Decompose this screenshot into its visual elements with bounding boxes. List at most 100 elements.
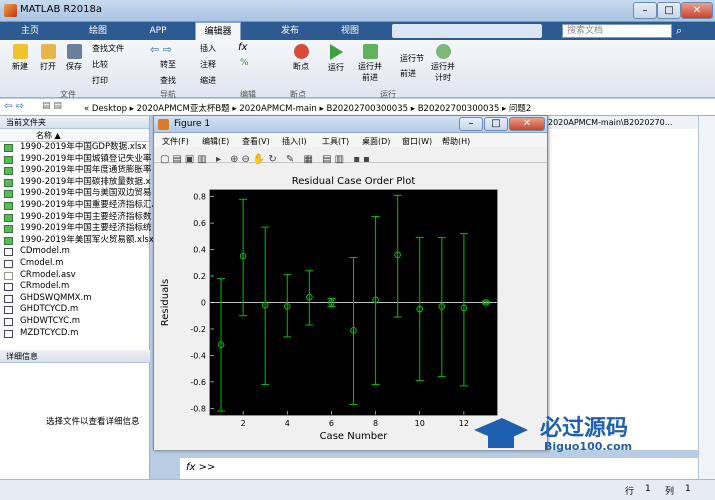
comment-button[interactable]: 注释 [200,59,216,70]
file-name: 1990-2019年美国军火贸易额.xlsx [20,234,154,245]
figure-menu-item[interactable]: 帮助(H) [442,136,470,147]
app-title: MATLAB R2018a [20,4,103,15]
minimize-button[interactable]: – [633,2,657,19]
file-item[interactable]: 1990-2019年中国主要经济指标统 [0,223,152,235]
file-item[interactable]: GHDWTCYC.m [0,316,149,328]
file-item[interactable]: CRmodel.asv [0,270,149,282]
insert-button[interactable]: 插入 [200,43,216,54]
back-forward-icon[interactable]: ⇦ ⇨ [4,101,24,112]
run-and-time-button[interactable]: 运行并 计时 [428,44,458,83]
nav-arrows-icon[interactable]: ⇦ ⇨ [150,43,172,56]
file-name: 1990-2019年中国主要经济指标统 [20,223,152,234]
details-hint: 选择文件以查看详细信息 [46,417,140,427]
address-bar[interactable]: ⇦ ⇨ ▤ ▤ « Desktop ▸ 2020APMCM亚太杯B题 ▸ 202… [0,99,715,116]
tab-apps[interactable]: APP [138,22,178,40]
y-tick-label: -0.8 [190,404,206,413]
save-button[interactable]: 保存 [62,44,86,72]
tab-home[interactable]: 主页 [10,22,50,40]
row-value: 1 [645,484,651,494]
y-tick-label: 0.6 [193,219,206,228]
figure-toolbar: ▢▤▣▥ ▸ ⊕⊖✋↻ ✎ ▦ ▤▥ ▪▪ [154,147,547,165]
file-item[interactable]: 1990-2019年中国城镇登记失业率 [0,153,152,166]
figure-menu-item[interactable]: 编辑(E) [202,136,229,147]
run-section-button[interactable]: 运行节 [400,53,424,64]
close-button[interactable]: ✕ [681,2,713,19]
new-button[interactable]: 新建 [8,44,32,72]
m-file-icon [4,306,13,315]
open-button[interactable]: 打开 [36,44,60,72]
file-name: 1990-2019年中国城镇登记失业率 [20,153,152,164]
percent-icon[interactable]: % [240,58,249,68]
compare-button[interactable]: 比较 [92,59,108,70]
save-icon [66,44,82,59]
file-item[interactable]: 1990-2019年中国碳排放量数据.x [0,177,151,189]
file-item[interactable]: Cmodel.m [0,258,149,270]
indent-button[interactable]: 缩进 [200,75,216,86]
title-bar [0,0,715,22]
breakpoints-button[interactable]: 断点 [286,44,316,72]
x-tick-label: 8 [373,419,378,428]
figure-close-button[interactable]: ✕ [509,117,545,131]
excel-file-icon [4,144,13,152]
tab-publish[interactable]: 发布 [270,22,310,40]
figure-title: Figure 1 [174,119,211,129]
figure-menu-item[interactable]: 工具(T) [322,136,349,147]
fx-icon[interactable]: fx [238,42,247,53]
tab-editor[interactable]: 编辑器 [195,22,241,40]
figure-menu-item[interactable]: 查看(V) [242,136,270,147]
file-item[interactable]: MZDTCYCD.m [0,328,149,340]
search-documentation-input[interactable]: 搜索文档 [562,24,672,38]
vertical-scrollbar[interactable] [698,116,715,479]
name-column-header[interactable]: 名称 ▲ [0,129,149,142]
figure-menu-item[interactable]: 桌面(D) [362,136,390,147]
figure-title-bar[interactable]: Figure 1 – □ ✕ [154,116,547,133]
find-button[interactable]: 查找 [160,75,176,86]
y-tick-label: 0.2 [193,272,206,281]
excel-file-icon [4,201,13,210]
file-item[interactable]: 1990-2019年中国主要经济指标数 [0,212,151,224]
status-bar: 行 1 列 1 [0,479,715,500]
x-tick-label: 2 [241,419,246,428]
figure-menu-item[interactable]: 文件(F) [162,136,189,147]
folder-up-icon[interactable]: ▤ ▤ [42,101,62,111]
file-item[interactable]: CDmodel.m [0,246,149,258]
figure-menu-item[interactable]: 插入(I) [282,136,307,147]
file-item[interactable]: GHDTCYCD.m [0,304,149,316]
figure-menu-item[interactable]: 窗口(W) [402,136,432,147]
file-item[interactable]: CRmodel.m [0,281,149,293]
find-files-button[interactable]: 查找文件 [92,43,124,54]
command-window[interactable]: fx >> [180,457,698,479]
file-item[interactable]: GHDSWQMMX.m [0,293,149,305]
advance-button[interactable]: 前进 [400,68,416,79]
quick-access-toolbar[interactable] [392,24,542,38]
figure-maximize-button[interactable]: □ [484,117,508,131]
tab-view[interactable]: 视图 [330,22,370,40]
breadcrumb[interactable]: « Desktop ▸ 2020APMCM亚太杯B题 ▸ 2020APMCM-m… [84,102,531,114]
run-advance-button[interactable]: 运行并 前进 [355,44,385,83]
file-name: CRmodel.asv [20,269,76,280]
search-icon[interactable]: ⌕ [676,24,690,38]
file-name: GHDSWQMMX.m [20,292,92,303]
file-item[interactable]: 1990-2019年美国军火贸易额.xlsx [0,235,154,247]
excel-file-icon [4,225,13,234]
editor-path: 2020APMCM-main\B2020270... [548,116,698,129]
file-item[interactable]: 1990-2019年中国与美国双边贸易 [0,188,152,200]
print-button[interactable]: 打印 [92,75,108,86]
file-name: 1990-2019年中国与美国双边贸易 [20,188,152,199]
breakpoint-icon [293,44,309,59]
file-name: 1990-2019年中国年度通货膨胀率 [20,165,152,176]
maximize-button[interactable]: □ [657,2,681,19]
watermark-text: 必过源码 [540,416,629,441]
y-tick-label: -0.6 [190,378,206,387]
file-item[interactable]: 1990-2019年中国重要经济指标汇总 [0,200,160,212]
run-button[interactable]: 运行 [322,44,350,73]
file-item[interactable]: 1990-2019年中国年度通货膨胀率 [0,165,152,177]
file-item[interactable]: 1990-2019年中国GDP数据.xlsx [0,142,149,154]
goto-button[interactable]: 转至 [160,59,176,70]
run-advance-icon [362,44,378,59]
tab-plots[interactable]: 绘图 [78,22,118,40]
m-file-icon [4,283,13,292]
figure-window[interactable]: Figure 1 – □ ✕ 文件(F) 编辑(E) 查看(V) 插入(I) 工具(T)… [153,115,548,450]
y-tick-label: 0 [201,299,206,308]
figure-minimize-button[interactable]: – [459,117,483,131]
